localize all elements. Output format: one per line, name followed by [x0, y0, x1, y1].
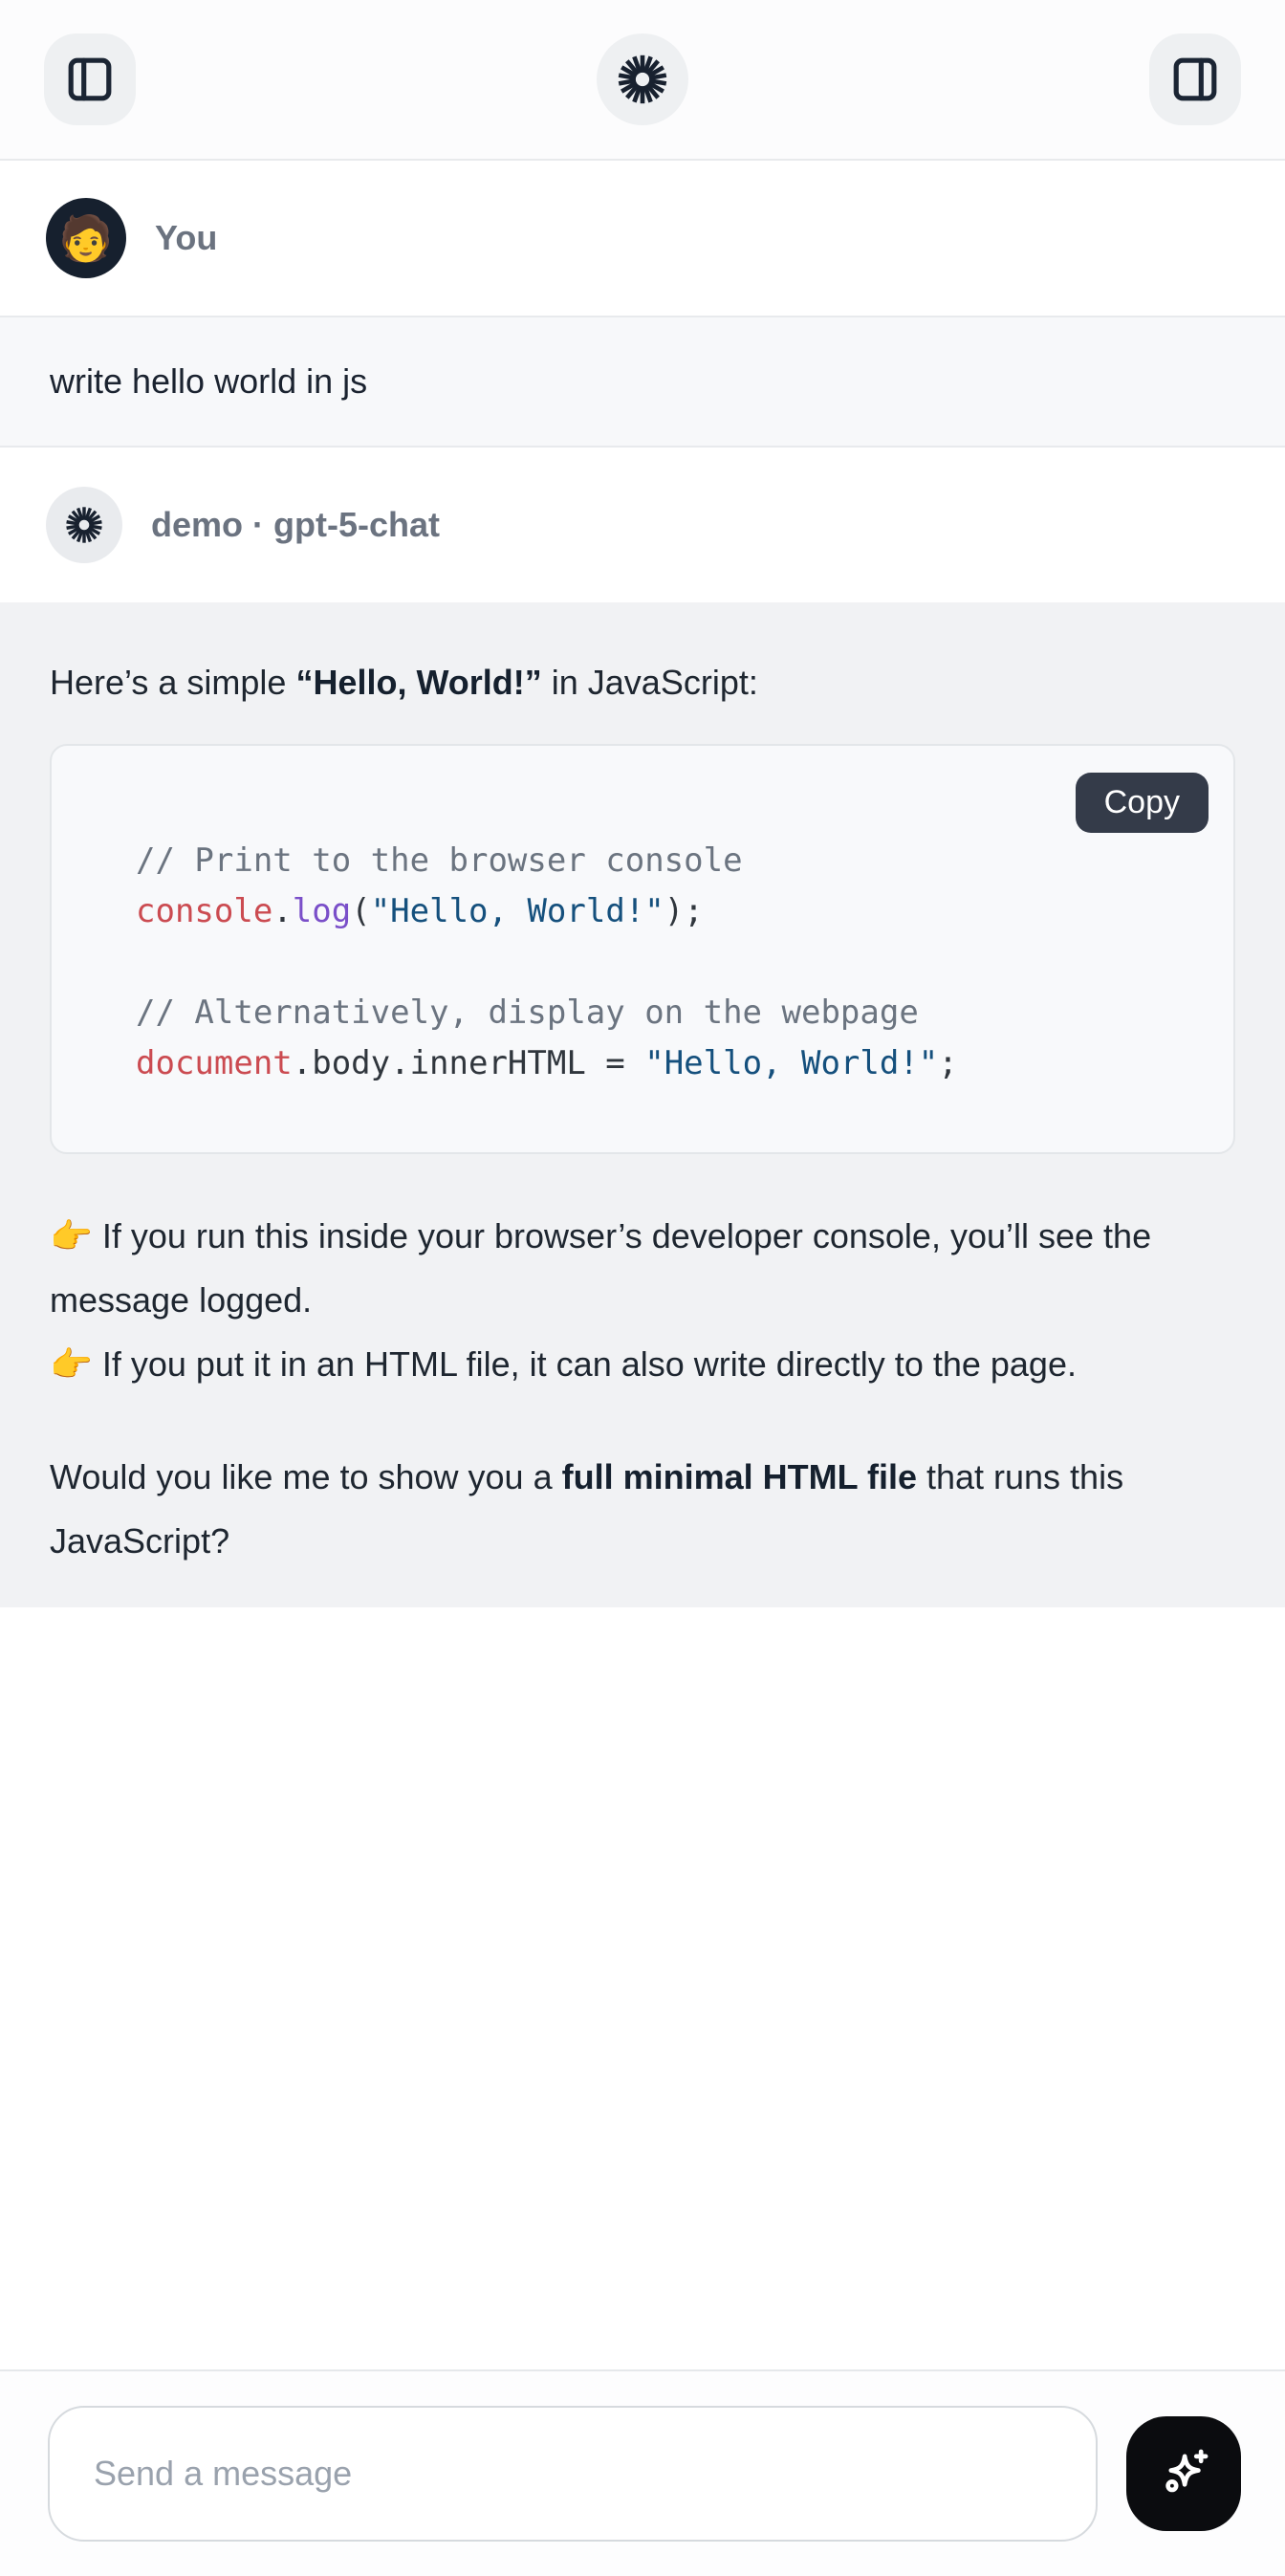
- tips-paragraph: 👉 If you run this inside your browser’s …: [50, 1204, 1235, 1396]
- user-avatar-emoji: 🧑: [58, 216, 113, 260]
- code-block: Copy // Print to the browser console con…: [50, 744, 1235, 1154]
- question-pre: Would you like me to show you a: [50, 1457, 562, 1496]
- code-token-red: console: [136, 892, 272, 930]
- assistant-message: Here’s a simple “Hello, World!” in JavaS…: [0, 602, 1285, 1607]
- code-token-plain: .: [272, 892, 292, 930]
- right-panel-toggle-button[interactable]: [1149, 33, 1241, 125]
- user-message-text: write hello world in js: [50, 361, 367, 401]
- tip-line-2: 👉 If you put it in an HTML file, it can …: [50, 1344, 1077, 1384]
- code-token-comment: // Print to the browser console: [136, 841, 743, 880]
- code-content: // Print to the browser console console.…: [136, 836, 1195, 1089]
- model-button[interactable]: [597, 33, 688, 125]
- intro-pre: Here’s a simple: [50, 663, 295, 702]
- sidebar-toggle-button[interactable]: [44, 33, 136, 125]
- starburst-icon: [62, 503, 106, 547]
- send-button[interactable]: [1126, 2416, 1241, 2531]
- panel-left-icon: [64, 54, 116, 105]
- user-turn-header: 🧑 You: [0, 161, 1285, 316]
- tip-line-1: 👉 If you run this inside your browser’s …: [50, 1216, 1151, 1320]
- composer-bar: [0, 2369, 1285, 2576]
- code-token-plain: (: [351, 892, 370, 930]
- code-token-plain: );: [664, 892, 704, 930]
- message-input[interactable]: [48, 2406, 1098, 2542]
- assistant-name-label: demo · gpt-5-chat: [151, 505, 440, 545]
- panel-right-icon: [1169, 54, 1221, 105]
- question-bold: full minimal HTML file: [562, 1457, 917, 1496]
- assistant-avatar: [46, 487, 122, 563]
- user-name-label: You: [155, 218, 217, 258]
- intro-bold: “Hello, World!”: [295, 663, 541, 702]
- sparkle-icon: [1152, 2442, 1215, 2505]
- code-token-comment: // Alternatively, display on the webpage: [136, 993, 919, 1032]
- intro-paragraph: Here’s a simple “Hello, World!” in JavaS…: [50, 650, 1235, 714]
- user-avatar: 🧑: [46, 198, 126, 278]
- code-token-red: document: [136, 1044, 293, 1082]
- chat-app: 🧑 You write hello world in js demo · gpt…: [0, 0, 1285, 2576]
- code-token-plain: .body.innerHTML =: [293, 1044, 644, 1082]
- code-token-string: "Hello, World!": [371, 892, 664, 930]
- starburst-icon: [613, 50, 672, 109]
- user-turn: 🧑 You write hello world in js: [0, 161, 1285, 448]
- copy-button[interactable]: Copy: [1076, 773, 1209, 833]
- user-message: write hello world in js: [0, 316, 1285, 448]
- code-token-purple: log: [293, 892, 351, 930]
- intro-post: in JavaScript:: [542, 663, 758, 702]
- code-token-plain: ;: [938, 1044, 957, 1082]
- question-paragraph: Would you like me to show you a full min…: [50, 1445, 1235, 1573]
- code-token-string: "Hello, World!": [644, 1044, 938, 1082]
- top-bar: [0, 0, 1285, 161]
- assistant-turn-header: demo · gpt-5-chat: [0, 448, 1285, 602]
- assistant-turn: demo · gpt-5-chat Here’s a simple “Hello…: [0, 448, 1285, 1607]
